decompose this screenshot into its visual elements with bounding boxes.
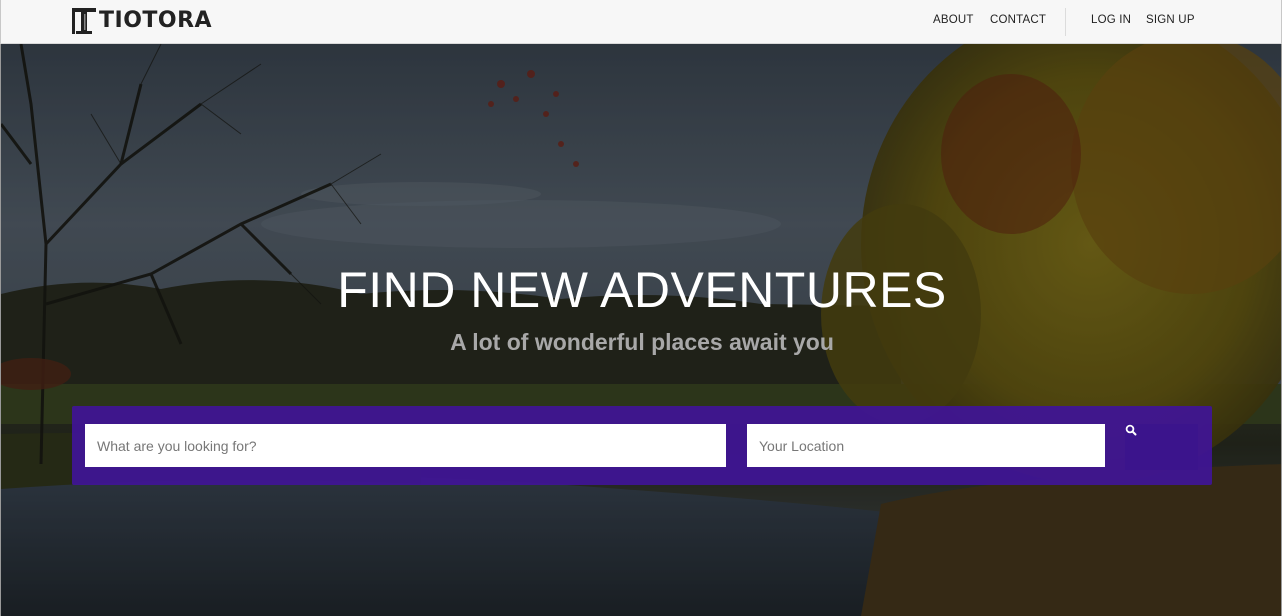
top-navbar: TIOTORA ABOUT CONTACT LOG IN SIGN UP: [0, 0, 1282, 44]
location-input[interactable]: [747, 424, 1105, 467]
brand-name: TIOTORA: [99, 8, 213, 33]
nav-about[interactable]: ABOUT: [933, 14, 974, 26]
nav-contact[interactable]: CONTACT: [990, 14, 1046, 26]
search-input[interactable]: [85, 424, 726, 467]
nav-divider: [1065, 8, 1066, 36]
nav-login[interactable]: LOG IN: [1091, 14, 1131, 26]
nav-signup[interactable]: SIGN UP: [1146, 14, 1195, 26]
search-panel: [72, 406, 1212, 485]
hero-title: FIND NEW ADVENTURES: [337, 262, 947, 318]
brand-logo[interactable]: TIOTORA: [71, 6, 212, 36]
hero-section: FIND NEW ADVENTURES A lot of wonderful p…: [0, 44, 1282, 616]
logo-icon: [71, 7, 97, 35]
search-button[interactable]: [1125, 424, 1198, 470]
hero-subtitle: A lot of wonderful places await you: [450, 329, 834, 355]
